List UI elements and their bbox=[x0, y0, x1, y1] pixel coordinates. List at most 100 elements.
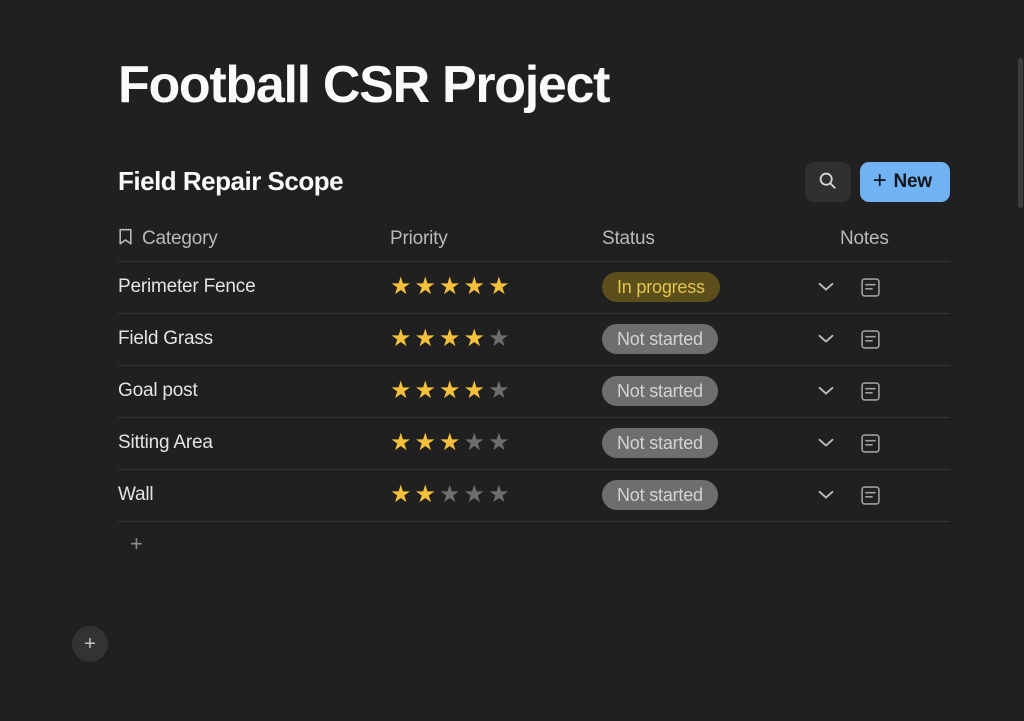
chevron-down-icon[interactable] bbox=[818, 282, 834, 292]
star-empty-icon[interactable]: ★ bbox=[464, 431, 486, 455]
star-rating[interactable]: ★ ★ ★ ★ ★ bbox=[390, 379, 602, 403]
column-header-status[interactable]: Status bbox=[602, 228, 798, 250]
star-empty-icon[interactable]: ★ bbox=[464, 483, 486, 507]
category-text: Sitting Area bbox=[118, 432, 213, 454]
cell-priority[interactable]: ★ ★ ★ ★ ★ bbox=[390, 379, 602, 403]
category-text: Perimeter Fence bbox=[118, 276, 256, 298]
star-empty-icon[interactable]: ★ bbox=[439, 483, 461, 507]
cell-category[interactable]: Wall bbox=[118, 484, 390, 506]
database-actions: + New bbox=[804, 161, 950, 202]
star-empty-icon[interactable]: ★ bbox=[488, 327, 510, 351]
row-tools bbox=[798, 485, 881, 506]
star-rating[interactable]: ★ ★ ★ ★ ★ bbox=[390, 275, 602, 299]
add-row-button[interactable]: + bbox=[118, 522, 950, 566]
star-filled-icon[interactable]: ★ bbox=[464, 275, 486, 299]
search-button[interactable] bbox=[804, 161, 851, 202]
note-icon[interactable] bbox=[860, 277, 881, 298]
cell-notes[interactable] bbox=[798, 381, 950, 402]
database-block: Field Repair Scope + New Category Priori… bbox=[118, 160, 950, 566]
note-icon[interactable] bbox=[860, 381, 881, 402]
cell-notes[interactable] bbox=[798, 277, 950, 298]
cell-status[interactable]: Not started bbox=[602, 428, 798, 459]
bookmark-icon bbox=[118, 228, 133, 251]
star-filled-icon[interactable]: ★ bbox=[390, 483, 412, 507]
star-filled-icon[interactable]: ★ bbox=[415, 275, 437, 299]
table-row[interactable]: Goal post ★ ★ ★ ★ ★ Not started bbox=[118, 366, 950, 418]
column-header-label: Status bbox=[602, 228, 655, 250]
star-filled-icon[interactable]: ★ bbox=[439, 327, 461, 351]
column-header-notes[interactable]: Notes bbox=[798, 228, 950, 250]
star-empty-icon[interactable]: ★ bbox=[488, 483, 510, 507]
star-empty-icon[interactable]: ★ bbox=[488, 379, 510, 403]
cell-status[interactable]: Not started bbox=[602, 324, 798, 355]
star-filled-icon[interactable]: ★ bbox=[415, 379, 437, 403]
column-header-label: Priority bbox=[390, 228, 448, 250]
star-filled-icon[interactable]: ★ bbox=[390, 379, 412, 403]
star-filled-icon[interactable]: ★ bbox=[390, 327, 412, 351]
row-tools bbox=[798, 329, 881, 350]
cell-notes[interactable] bbox=[798, 329, 950, 350]
star-filled-icon[interactable]: ★ bbox=[390, 275, 412, 299]
star-filled-icon[interactable]: ★ bbox=[415, 431, 437, 455]
search-icon bbox=[818, 171, 837, 193]
cell-priority[interactable]: ★ ★ ★ ★ ★ bbox=[390, 483, 602, 507]
page-root: Football CSR Project Field Repair Scope … bbox=[0, 0, 1024, 721]
cell-priority[interactable]: ★ ★ ★ ★ ★ bbox=[390, 275, 602, 299]
star-filled-icon[interactable]: ★ bbox=[415, 483, 437, 507]
star-filled-icon[interactable]: ★ bbox=[464, 327, 486, 351]
status-badge[interactable]: Not started bbox=[602, 376, 718, 407]
row-tools bbox=[798, 433, 881, 454]
status-badge[interactable]: Not started bbox=[602, 428, 718, 459]
cell-notes[interactable] bbox=[798, 433, 950, 454]
table-row[interactable]: Wall ★ ★ ★ ★ ★ Not started bbox=[118, 470, 950, 522]
database-table: Category Priority Status Notes Perimeter… bbox=[118, 218, 950, 566]
cell-priority[interactable]: ★ ★ ★ ★ ★ bbox=[390, 327, 602, 351]
column-header-label: Notes bbox=[840, 228, 889, 250]
page-title: Football CSR Project bbox=[118, 56, 610, 114]
cell-notes[interactable] bbox=[798, 485, 950, 506]
column-header-label: Category bbox=[142, 228, 218, 250]
chevron-down-icon[interactable] bbox=[818, 386, 834, 396]
plus-icon: + bbox=[84, 633, 96, 655]
star-rating[interactable]: ★ ★ ★ ★ ★ bbox=[390, 431, 602, 455]
star-filled-icon[interactable]: ★ bbox=[439, 431, 461, 455]
table-row[interactable]: Field Grass ★ ★ ★ ★ ★ Not started bbox=[118, 314, 950, 366]
cell-category[interactable]: Sitting Area bbox=[118, 432, 390, 454]
column-header-category[interactable]: Category bbox=[118, 228, 390, 251]
star-filled-icon[interactable]: ★ bbox=[439, 275, 461, 299]
plus-icon: + bbox=[130, 530, 143, 556]
star-rating[interactable]: ★ ★ ★ ★ ★ bbox=[390, 483, 602, 507]
status-badge[interactable]: Not started bbox=[602, 324, 718, 355]
star-rating[interactable]: ★ ★ ★ ★ ★ bbox=[390, 327, 602, 351]
status-badge[interactable]: In progress bbox=[602, 272, 720, 303]
row-tools bbox=[798, 381, 881, 402]
table-row[interactable]: Perimeter Fence ★ ★ ★ ★ ★ In progress bbox=[118, 262, 950, 314]
cell-category[interactable]: Field Grass bbox=[118, 328, 390, 350]
note-icon[interactable] bbox=[860, 433, 881, 454]
chevron-down-icon[interactable] bbox=[818, 334, 834, 344]
cell-status[interactable]: Not started bbox=[602, 376, 798, 407]
column-header-priority[interactable]: Priority bbox=[390, 228, 602, 250]
note-icon[interactable] bbox=[860, 485, 881, 506]
cell-category[interactable]: Perimeter Fence bbox=[118, 276, 390, 298]
star-filled-icon[interactable]: ★ bbox=[464, 379, 486, 403]
cell-category[interactable]: Goal post bbox=[118, 380, 390, 402]
star-filled-icon[interactable]: ★ bbox=[415, 327, 437, 351]
new-button[interactable]: + New bbox=[859, 161, 950, 202]
cell-priority[interactable]: ★ ★ ★ ★ ★ bbox=[390, 431, 602, 455]
chevron-down-icon[interactable] bbox=[818, 438, 834, 448]
cell-status[interactable]: Not started bbox=[602, 480, 798, 511]
note-icon[interactable] bbox=[860, 329, 881, 350]
star-empty-icon[interactable]: ★ bbox=[488, 431, 510, 455]
floating-add-button[interactable]: + bbox=[72, 626, 108, 662]
scrollbar-thumb[interactable] bbox=[1018, 58, 1023, 208]
table-row[interactable]: Sitting Area ★ ★ ★ ★ ★ Not started bbox=[118, 418, 950, 470]
chevron-down-icon[interactable] bbox=[818, 490, 834, 500]
cell-status[interactable]: In progress bbox=[602, 272, 798, 303]
status-badge[interactable]: Not started bbox=[602, 480, 718, 511]
plus-icon: + bbox=[872, 166, 887, 194]
star-filled-icon[interactable]: ★ bbox=[390, 431, 412, 455]
star-filled-icon[interactable]: ★ bbox=[439, 379, 461, 403]
star-filled-icon[interactable]: ★ bbox=[488, 275, 510, 299]
scrollbar-track[interactable] bbox=[1017, 0, 1024, 721]
